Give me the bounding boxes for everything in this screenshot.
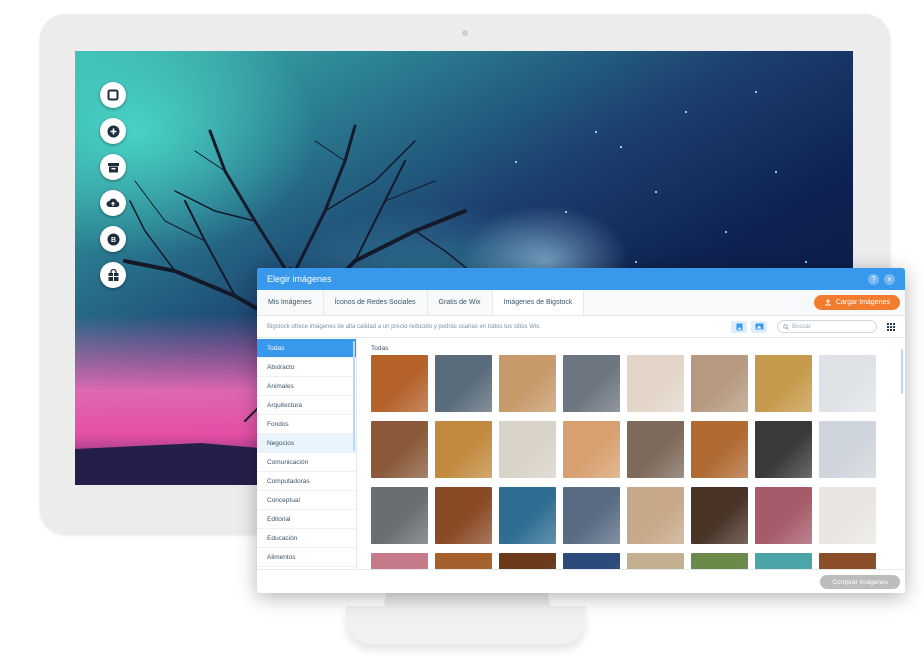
star — [775, 171, 777, 173]
svg-text:B: B — [110, 237, 115, 244]
image-thumbnail[interactable] — [691, 355, 748, 412]
category-todas[interactable]: Todas — [257, 339, 356, 358]
upload-icon — [824, 299, 831, 306]
upload-images-label: Cargar Imágenes — [835, 299, 890, 306]
image-thumbnail[interactable] — [627, 421, 684, 478]
tab-bar: Mis Imágenes Íconos de Redes Sociales Gr… — [257, 290, 905, 316]
stage: B Elegir imágenes ? × Mis Imágenes Ícono… — [0, 0, 924, 660]
star — [515, 161, 517, 163]
category-comunicacion[interactable]: Comunicación — [257, 453, 356, 472]
image-thumbnail[interactable] — [691, 487, 748, 544]
tab-bigstock[interactable]: Imágenes de Bigstock — [492, 290, 585, 315]
category-computadoras[interactable]: Computadoras — [257, 472, 356, 491]
category-abstracto[interactable]: Abstracto — [257, 358, 356, 377]
category-scrollbar[interactable] — [353, 341, 355, 451]
grid-title: Todas — [371, 345, 389, 352]
star — [565, 211, 567, 213]
landscape-icon — [755, 323, 763, 330]
image-grid — [371, 355, 905, 593]
grid-view-icon[interactable] — [887, 322, 895, 331]
image-thumbnail[interactable] — [755, 487, 812, 544]
bigstock-info-text: Bigstock ofrece imágenes de alta calidad… — [267, 323, 541, 330]
image-thumbnail[interactable] — [499, 487, 556, 544]
dialog-footer: Comprar Imágenes — [257, 569, 905, 593]
search-icon — [783, 323, 789, 330]
close-icon[interactable]: × — [884, 273, 895, 285]
search-placeholder: Buscar — [792, 323, 811, 330]
choose-images-dialog: Elegir imágenes ? × Mis Imágenes Íconos … — [257, 268, 905, 593]
star — [755, 91, 757, 93]
store-icon[interactable] — [100, 262, 126, 288]
search-input[interactable]: Buscar — [777, 320, 877, 333]
star — [685, 111, 687, 113]
category-fondos[interactable]: Fondos — [257, 415, 356, 434]
tab-social-icons[interactable]: Íconos de Redes Sociales — [324, 290, 428, 315]
editor-toolbar: B — [100, 82, 126, 288]
view-landscape-button[interactable] — [751, 320, 767, 333]
camera — [462, 30, 468, 36]
image-grid-area: Todas — [357, 339, 905, 593]
image-thumbnail[interactable] — [819, 487, 876, 544]
star — [635, 261, 637, 263]
buy-images-button[interactable]: Comprar Imágenes — [820, 575, 900, 589]
image-thumbnail[interactable] — [435, 487, 492, 544]
dialog-header: Elegir imágenes ? × — [257, 268, 905, 290]
image-thumbnail[interactable] — [819, 355, 876, 412]
image-thumbnail[interactable] — [563, 355, 620, 412]
dialog-title: Elegir imágenes — [267, 274, 332, 284]
portrait-icon — [736, 323, 742, 330]
image-thumbnail[interactable] — [371, 487, 428, 544]
grid-scrollbar[interactable] — [901, 349, 903, 394]
image-thumbnail[interactable] — [435, 421, 492, 478]
category-alimentos[interactable]: Alimentos — [257, 548, 356, 567]
star — [725, 231, 727, 233]
image-thumbnail[interactable] — [755, 355, 812, 412]
category-conceptual[interactable]: Conceptual — [257, 491, 356, 510]
image-thumbnail[interactable] — [691, 421, 748, 478]
category-animales[interactable]: Animales — [257, 377, 356, 396]
tab-free-from-wix[interactable]: Gratis de Wix — [428, 290, 493, 315]
apps-icon[interactable] — [100, 154, 126, 180]
category-editorial[interactable]: Editorial — [257, 510, 356, 529]
category-arquitectura[interactable]: Arquitectura — [257, 396, 356, 415]
image-thumbnail[interactable] — [819, 421, 876, 478]
upload-images-button[interactable]: Cargar Imágenes — [813, 295, 900, 310]
info-bar: Bigstock ofrece imágenes de alta calidad… — [257, 316, 905, 338]
image-thumbnail[interactable] — [435, 355, 492, 412]
dialog-body: Todas Abstracto Animales Arquitectura Fo… — [257, 339, 905, 593]
tab-my-images[interactable]: Mis Imágenes — [257, 290, 324, 315]
category-educacion[interactable]: Educación — [257, 529, 356, 548]
star — [805, 261, 807, 263]
upload-icon[interactable] — [100, 190, 126, 216]
star — [620, 146, 622, 148]
monitor-base — [346, 606, 586, 644]
add-icon[interactable] — [100, 118, 126, 144]
image-thumbnail[interactable] — [755, 421, 812, 478]
image-thumbnail[interactable] — [499, 355, 556, 412]
star — [655, 191, 657, 193]
image-thumbnail[interactable] — [627, 487, 684, 544]
help-icon[interactable]: ? — [868, 273, 879, 285]
blog-icon[interactable]: B — [100, 226, 126, 252]
star — [595, 131, 597, 133]
view-portrait-button[interactable] — [731, 320, 747, 333]
image-thumbnail[interactable] — [499, 421, 556, 478]
category-negocios[interactable]: Negocios — [257, 434, 356, 453]
image-thumbnail[interactable] — [563, 487, 620, 544]
background-icon[interactable] — [100, 82, 126, 108]
image-thumbnail[interactable] — [371, 355, 428, 412]
category-list: Todas Abstracto Animales Arquitectura Fo… — [257, 339, 357, 569]
image-thumbnail[interactable] — [371, 421, 428, 478]
image-thumbnail[interactable] — [563, 421, 620, 478]
image-thumbnail[interactable] — [627, 355, 684, 412]
